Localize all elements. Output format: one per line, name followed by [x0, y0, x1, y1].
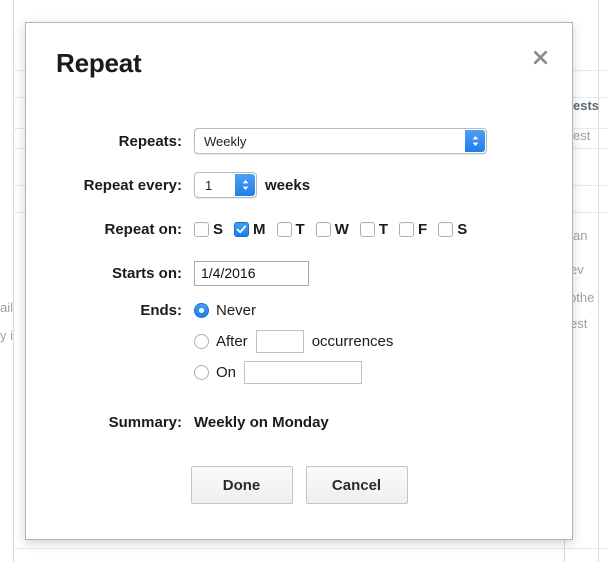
- day-letter-thursday: T: [378, 220, 389, 238]
- day-checkbox-friday[interactable]: F: [399, 221, 427, 238]
- checkbox-tuesday[interactable]: [276, 221, 292, 237]
- background-text-fragment: ests: [573, 98, 600, 113]
- background-text-fragment: est: [573, 128, 591, 143]
- day-checkbox-wednesday[interactable]: W: [315, 220, 349, 238]
- ends-after-suffix: occurrences: [311, 333, 394, 350]
- ends-option-on[interactable]: On: [194, 357, 370, 388]
- repeat-form: Repeats: Weekly Repeat every: 1 weeks Re…: [26, 119, 572, 504]
- day-letter-sunday: S: [213, 220, 224, 238]
- starts-on-label: Starts on:: [111, 264, 182, 282]
- day-letter-wednesday: W: [334, 220, 349, 238]
- ends-label: Ends:: [140, 302, 182, 319]
- day-checkbox-monday[interactable]: M: [234, 221, 266, 238]
- ends-never-label: Never: [216, 302, 257, 319]
- background-row-divider: [13, 548, 607, 549]
- stepper-updown-icon[interactable]: [235, 174, 255, 196]
- radio-never[interactable]: [194, 303, 209, 318]
- checkbox-wednesday[interactable]: [315, 221, 331, 237]
- row-starts-on: Starts on: 1/4/2016: [26, 251, 572, 295]
- day-checkbox-saturday[interactable]: S: [438, 221, 467, 238]
- day-checkbox-tuesday[interactable]: T: [276, 220, 305, 238]
- repeat-on-day-group: SMTWTFS: [194, 221, 478, 238]
- day-letter-tuesday: T: [295, 220, 305, 238]
- repeats-select-value: Weekly: [204, 133, 247, 149]
- done-button[interactable]: Done: [190, 466, 293, 504]
- close-icon[interactable]: [525, 42, 555, 72]
- repeats-select[interactable]: Weekly: [194, 128, 487, 154]
- background-vertical-rule-left: [13, 0, 14, 562]
- background-text-fragment: ail: [0, 300, 14, 315]
- repeat-every-unit: weeks: [265, 176, 311, 194]
- row-repeats: Repeats: Weekly: [26, 119, 572, 163]
- day-letter-saturday: S: [457, 220, 468, 238]
- repeat-dialog: Repeat Repeats: Weekly Repeat every: 1 w…: [25, 22, 573, 540]
- background-text-fragment: an: [573, 228, 588, 243]
- checkbox-thursday[interactable]: [359, 221, 375, 237]
- checkbox-friday[interactable]: [399, 221, 415, 237]
- background-vertical-rule-right: [598, 0, 599, 562]
- dialog-title: Repeat: [56, 48, 142, 78]
- row-summary: Summary: Weekly on Monday: [26, 400, 572, 444]
- after-occurrences-input[interactable]: [255, 330, 304, 353]
- ends-option-never[interactable]: Never: [194, 295, 256, 326]
- repeat-on-label: Repeat on:: [104, 220, 182, 238]
- checkbox-saturday[interactable]: [438, 221, 454, 237]
- day-letter-monday: M: [253, 220, 266, 238]
- background-text-fragment: y i: [0, 328, 13, 343]
- cancel-button[interactable]: Cancel: [305, 466, 408, 504]
- radio-on[interactable]: [194, 365, 209, 380]
- summary-label: Summary:: [108, 413, 182, 431]
- ends-after-label: After: [216, 333, 248, 350]
- day-checkbox-thursday[interactable]: T: [359, 220, 389, 238]
- day-checkbox-sunday[interactable]: S: [194, 221, 223, 238]
- summary-value: Weekly on Monday: [194, 413, 329, 431]
- row-repeat-every: Repeat every: 1 weeks: [26, 163, 572, 207]
- repeat-every-stepper[interactable]: 1: [194, 172, 257, 198]
- dialog-button-row: Done Cancel: [26, 466, 572, 504]
- starts-on-input[interactable]: 1/4/2016: [194, 260, 309, 286]
- repeats-label: Repeats:: [118, 132, 182, 150]
- chevron-updown-icon[interactable]: [465, 130, 485, 152]
- row-ends: Ends: Never After occurrences On: [26, 295, 572, 388]
- repeat-every-value: 1: [205, 177, 213, 193]
- checkbox-monday[interactable]: [234, 221, 250, 237]
- day-letter-friday: F: [418, 220, 428, 238]
- ends-on-label: On: [216, 364, 237, 381]
- on-date-input[interactable]: [244, 361, 363, 384]
- ends-option-after[interactable]: After occurrences: [194, 326, 393, 357]
- radio-after[interactable]: [194, 334, 209, 349]
- repeat-every-label: Repeat every:: [83, 176, 182, 194]
- checkbox-sunday[interactable]: [194, 221, 209, 237]
- row-repeat-on: Repeat on: S M T W T F S: [26, 207, 572, 251]
